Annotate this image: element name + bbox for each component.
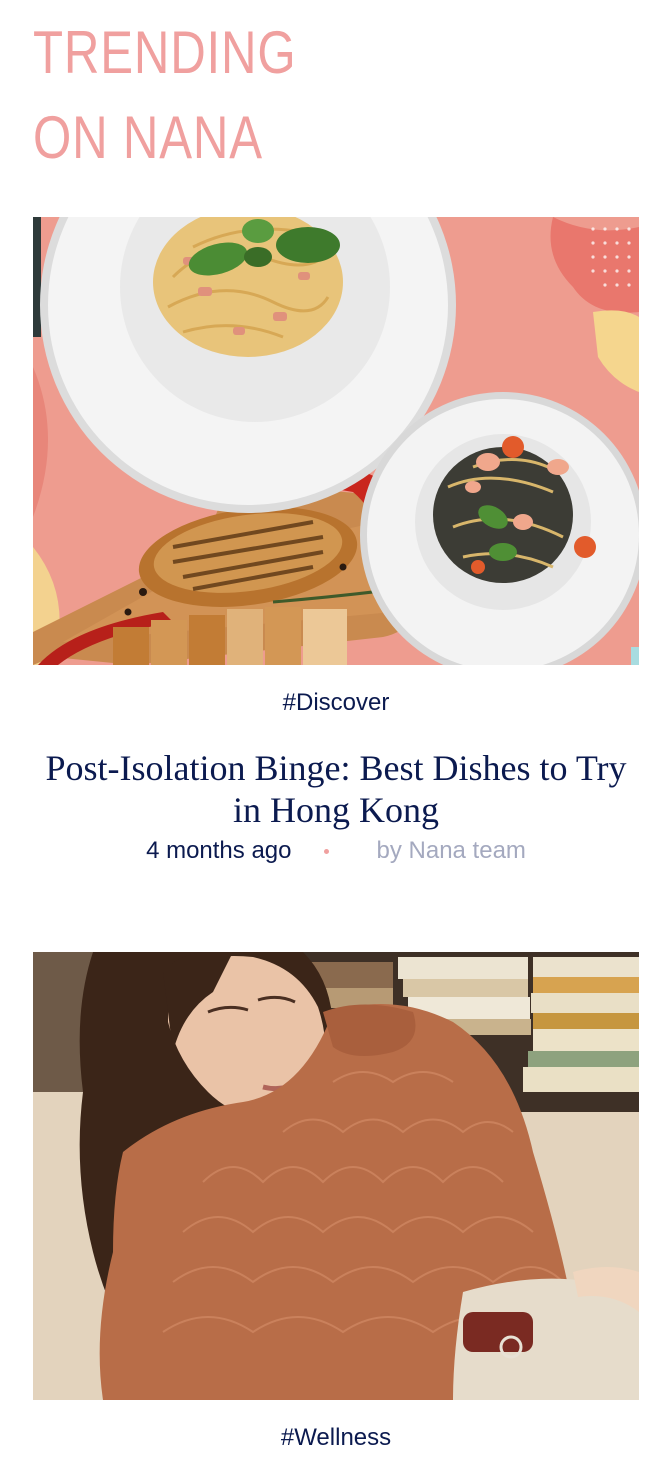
- article-image-food[interactable]: [33, 217, 639, 665]
- separator-dot-icon: [323, 848, 329, 854]
- article-title[interactable]: Post-Isolation Binge: Best Dishes to Try…: [33, 747, 639, 831]
- article-time: 4 months ago: [146, 837, 292, 864]
- article-meta: 4 months ago by Nana team: [33, 831, 639, 871]
- article-image-wellness[interactable]: [33, 952, 639, 1400]
- woman-sweater-photo-icon: [33, 952, 639, 1400]
- article-card: #Wellness: [33, 952, 639, 1452]
- section-title: TRENDING ON NANA: [33, 19, 297, 171]
- trending-page: TRENDING ON NANA #Discover Post-Isolatio…: [0, 0, 672, 1458]
- article-tag[interactable]: #Discover: [33, 689, 639, 717]
- article-tag[interactable]: #Wellness: [33, 1424, 639, 1452]
- article-author: by Nana team: [376, 837, 526, 864]
- food-photo-icon: [33, 217, 639, 665]
- article-card: #Discover Post-Isolation Binge: Best Dis…: [33, 217, 639, 871]
